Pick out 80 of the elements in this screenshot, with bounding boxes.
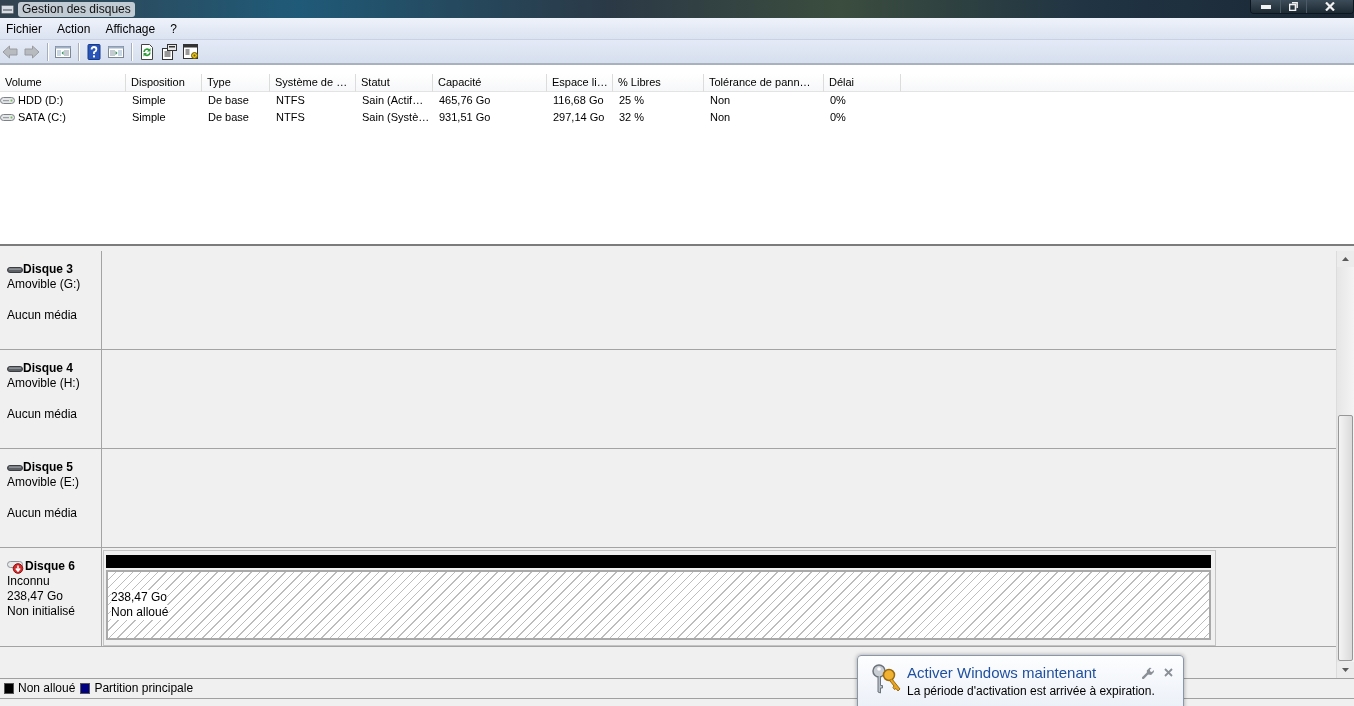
disk-type: Amovible (E:)	[7, 475, 81, 490]
column-header[interactable]: Capacité	[433, 74, 547, 92]
menu-item[interactable]: ?	[164, 18, 186, 39]
table-cell-text: 297,14 Go	[552, 110, 606, 125]
key-icon	[870, 663, 902, 695]
disk-size: 238,47 Go	[7, 589, 65, 604]
table-cell-text: 0%	[829, 93, 847, 108]
table-cell-text: 25 %	[618, 93, 646, 108]
window-title: Gestion des disques	[18, 1, 135, 17]
table-cell-text: 116,68 Go	[552, 93, 605, 108]
column-header[interactable]: Délai	[824, 74, 901, 92]
partition-size: 238,47 Go	[111, 590, 168, 605]
panel-window-icon[interactable]	[55, 43, 71, 60]
partition-status: Non alloué	[111, 605, 169, 620]
legend-label: Non alloué	[18, 681, 76, 696]
drive-icon	[0, 94, 15, 107]
column-header[interactable]: Volume	[0, 74, 126, 92]
table-cell-text: Sain (Actif…	[361, 93, 425, 108]
notification-popup[interactable]: Activer Windows maintenant La période d'activation est arrivée à expiration.	[857, 655, 1184, 706]
column-header[interactable]: Système de …	[270, 74, 356, 92]
window-gear-icon[interactable]	[183, 43, 199, 60]
menu-item[interactable]: Action	[51, 18, 100, 39]
table-cell-text: 931,51 Go	[438, 110, 492, 125]
column-header[interactable]: Espace li…	[547, 74, 613, 92]
close-icon[interactable]	[1164, 668, 1173, 677]
notification-text: La période d'activation est arrivée à expiration.	[907, 684, 1156, 698]
legend-label: Partition principale	[94, 681, 194, 696]
disk-name[interactable]: Disque 4	[23, 361, 73, 376]
restore-button[interactable]	[1280, 0, 1306, 13]
app-icon	[1, 2, 14, 16]
disk-type: Inconnu	[7, 574, 51, 589]
menu-item[interactable]: Fichier	[0, 18, 51, 39]
volume-name[interactable]: SATA (C:)	[18, 109, 66, 126]
close-button[interactable]	[1306, 0, 1353, 13]
disk-status: Non initialisé	[7, 604, 77, 619]
drive-icon	[7, 363, 23, 374]
table-cell-text: De base	[207, 110, 250, 125]
table-cell-text: 32 %	[618, 110, 646, 125]
disk-name[interactable]: Disque 6	[25, 559, 75, 574]
column-header[interactable]: Type	[202, 74, 270, 92]
disk-name[interactable]: Disque 5	[23, 460, 73, 475]
splitter-bar[interactable]	[0, 244, 1354, 251]
table-cell-text: NTFS	[275, 110, 306, 125]
table-cell-text: Simple	[131, 93, 167, 108]
unallocated-region[interactable]: 238,47 Go Non alloué	[106, 570, 1211, 640]
disk-status: Aucun média	[7, 308, 79, 323]
menu-item[interactable]: Affichage	[99, 18, 165, 39]
document-icon[interactable]	[161, 43, 177, 60]
column-header[interactable]: % Libres	[613, 74, 704, 92]
column-header[interactable]: Disposition	[126, 74, 202, 92]
drive-icon	[7, 462, 23, 473]
table-cell-text: Non	[709, 110, 732, 125]
minimize-icon	[1260, 4, 1271, 9]
table-cell-text: Sain (Systè…	[361, 110, 431, 125]
table-cell-text: NTFS	[275, 93, 306, 108]
disk-status: Aucun média	[7, 506, 79, 521]
table-cell-text: 0%	[829, 110, 847, 125]
refresh-icon[interactable]	[139, 43, 155, 60]
drive-warning-icon	[7, 559, 25, 574]
minimize-button[interactable]	[1251, 0, 1280, 13]
disk-type: Amovible (H:)	[7, 376, 81, 391]
volume-name[interactable]: HDD (D:)	[18, 92, 64, 109]
close-icon	[1325, 2, 1335, 11]
restore-icon	[1289, 2, 1298, 11]
notification-title: Activer Windows maintenant	[907, 663, 1097, 682]
panel-window-icon[interactable]	[108, 43, 124, 60]
disk-status: Aucun média	[7, 407, 79, 422]
table-cell-text: Non	[709, 93, 732, 108]
disk-type: Amovible (G:)	[7, 277, 82, 292]
drive-icon	[0, 111, 15, 124]
column-header[interactable]: Tolérance de pann…	[704, 74, 824, 92]
table-cell-text: 465,76 Go	[438, 93, 492, 108]
wrench-icon[interactable]	[1142, 666, 1154, 679]
column-header[interactable]: Statut	[356, 74, 433, 92]
disk-name[interactable]: Disque 3	[23, 262, 73, 277]
table-cell-text: Simple	[131, 110, 167, 125]
scrollbar-thumb[interactable]	[1338, 415, 1353, 661]
help-icon[interactable]	[86, 43, 102, 60]
table-cell-text: De base	[207, 93, 250, 108]
drive-icon	[7, 264, 23, 275]
